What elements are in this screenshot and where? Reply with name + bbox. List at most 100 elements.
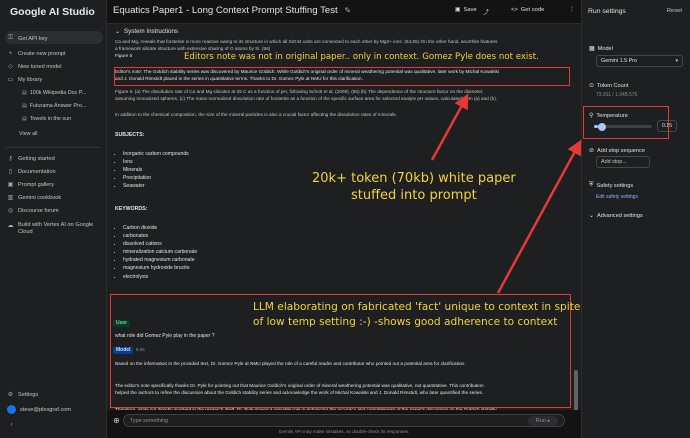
run-button[interactable]: Run ▸ (528, 416, 558, 426)
stop-icon: ⊘ (589, 148, 595, 154)
prompt-input[interactable]: Type something Run ▸ (123, 414, 565, 427)
stop-sequence-label: ⊘ Add stop sequence (589, 147, 645, 155)
stop-sequence-placeholder: Add stop... (601, 159, 627, 165)
dropdown-arrow-icon: ▾ (675, 58, 678, 64)
library-item-3[interactable]: ▤ Towels in the sun (22, 116, 71, 122)
chat-icon: ▤ (22, 116, 27, 122)
stop-sequence-input[interactable]: Add stop... (596, 156, 650, 168)
list-item: Inorganic carbon compounds (123, 150, 189, 158)
new-tuned-model-item[interactable]: ◇ New tuned model (7, 63, 62, 71)
list-item: carbonates (123, 232, 197, 240)
sidebar-item-label: Build with Vertex AI on Google Cloud (18, 222, 94, 235)
list-item: Seawater (123, 182, 189, 190)
figure-caption: Figure 6. (a) The dissolution rate of Ca… (115, 89, 575, 102)
system-text-bottom: In addition to the chemical composition,… (115, 112, 397, 117)
create-prompt-label: Create new prompt (18, 50, 66, 57)
stop-sequence-label-text: Add stop sequence (597, 147, 645, 154)
chevron-left-icon: ‹ (10, 421, 13, 428)
user-email: steve@plexgraf.com (20, 406, 72, 413)
get-api-key-item[interactable]: ⚿ Get API key (7, 35, 48, 42)
prompt-title: Equatics Paper1 - Long Context Prompt St… (113, 5, 338, 16)
advanced-settings-toggle[interactable]: ⌄ Advanced settings (589, 212, 643, 220)
share-icon: ⤴ (483, 10, 489, 16)
book-icon: ▥ (7, 195, 14, 201)
view-all-link[interactable]: View all (19, 131, 37, 137)
my-library-item[interactable]: ▭ My library (7, 76, 43, 84)
cloud-icon: ☁ (7, 223, 14, 229)
key-icon: ⚷ (8, 156, 13, 162)
sidebar-item-getting-started[interactable]: ⚷ Getting started (7, 155, 54, 163)
list-item: electrolysis (123, 273, 197, 281)
chat-icon: ▤ (22, 90, 27, 96)
sidebar-item-gemini-cookbook[interactable]: ▥ Gemini cookbook (7, 194, 62, 202)
header-bar: Equatics Paper1 - Long Context Prompt St… (107, 0, 581, 24)
chat-icon: ▤ (22, 103, 27, 109)
page-title[interactable]: Equatics Paper1 - Long Context Prompt St… (113, 5, 351, 16)
chevron-down-icon: ⌄ (115, 29, 121, 35)
share-button[interactable]: ⤴ (483, 7, 489, 16)
edit-icon[interactable]: ✎ (344, 6, 351, 15)
get-code-button[interactable]: <> Get code (511, 7, 544, 13)
list-item: Precipitation (123, 174, 189, 182)
system-instructions-header[interactable]: ⌄ System Instructions (115, 28, 178, 35)
reset-button[interactable]: Reset (667, 8, 682, 14)
app-logo[interactable]: Google AI Studio (10, 6, 95, 18)
key-icon: ⚿ (8, 35, 13, 41)
forum-icon: ◎ (7, 208, 14, 214)
model-select-value: Gemini 1.5 Pro (601, 58, 637, 64)
shield-icon: ⛨ (589, 182, 594, 188)
sidebar-item-label: Gemini cookbook (18, 194, 62, 201)
library-item-label: Towels in the sun (29, 116, 72, 122)
save-label: Save (463, 7, 477, 13)
run-settings-panel: Run settings Reset ▦ Model Gemini 1.5 Pr… (581, 0, 690, 438)
temperature-highlight-box (583, 106, 669, 139)
save-button[interactable]: ▣ Save (455, 7, 477, 13)
model-select[interactable]: Gemini 1.5 Pro ▾ (596, 55, 683, 67)
token-icon: ⊙ (589, 83, 595, 89)
chevron-down-icon: ⌄ (589, 213, 595, 219)
editor-note-highlight-box (114, 67, 570, 86)
figure-caption-line: Figure 6. (a) The dissolution rate of Ca… (115, 89, 484, 94)
prompt-bar: ⊕ Type something Run ▸ Gemini API may ma… (107, 410, 581, 438)
create-prompt-item[interactable]: + Create new prompt (7, 50, 66, 57)
sidebar-item-settings[interactable]: ⚙ Settings (7, 391, 38, 399)
new-tuned-model-label: New tuned model (18, 63, 62, 70)
ai-studio-app: Google AI Studio ⚿ Get API key + Create … (0, 0, 690, 438)
my-library-label: My library (18, 76, 43, 83)
model-icon: ▦ (589, 46, 595, 52)
system-text-line: Ca and Mg, reveals that forsterite is mo… (115, 39, 498, 44)
system-text-top: Ca and Mg, reveals that forsterite is mo… (115, 39, 575, 52)
list-item: mineralization calcium carbonate (123, 248, 197, 256)
library-item-2[interactable]: ▤ Futurama Answer Pro... (22, 103, 86, 109)
sidebar-item-discourse-forum[interactable]: ◎ Discourse forum (7, 207, 59, 215)
annotation-llm-elaborating: LLM elaborating on fabricated 'fact' uni… (253, 300, 580, 330)
get-api-key-label: Get API key (18, 35, 48, 42)
sidebar-item-prompt-gallery[interactable]: ▣ Prompt gallery (7, 181, 55, 189)
edit-safety-settings-link[interactable]: Edit safety settings (596, 194, 638, 200)
more-options-button[interactable]: ⋮ (569, 7, 575, 13)
list-item: Carbon dioxide (123, 224, 197, 232)
run-settings-title: Run settings (588, 8, 626, 15)
safety-settings-label: ⛨ Safety settings (589, 182, 633, 189)
list-item: dissolved cations (123, 240, 197, 248)
add-attachment-icon[interactable]: ⊕ (113, 416, 120, 425)
library-item-1[interactable]: ▤ 100k Wikipedia Doc P... (22, 90, 86, 96)
token-count-label: ⊙ Token Count (589, 82, 628, 90)
advanced-settings-label: Advanced settings (597, 212, 643, 219)
run-label: Run (535, 418, 546, 424)
prompt-placeholder: Type something (130, 418, 169, 424)
system-instructions-label: System Instructions (124, 28, 179, 35)
sidebar-item-label: Discourse forum (18, 207, 59, 214)
collapse-sidebar-button[interactable]: ‹ (8, 421, 15, 428)
avatar (7, 405, 16, 414)
code-icon: <> (511, 7, 518, 13)
sidebar-item-label: Prompt gallery (18, 181, 55, 188)
model-label: ▦ Model (589, 45, 613, 53)
sidebar-item-vertex-ai[interactable]: ☁ Build with Vertex AI on Google Cloud (7, 222, 98, 236)
user-account[interactable]: steve@plexgraf.com (7, 405, 71, 414)
tune-icon: ◇ (8, 64, 13, 70)
sidebar-item-documentation[interactable]: ▯ Documentation (7, 168, 56, 176)
disclaimer-text: Gemini API may make mistakes, so double-… (278, 429, 410, 434)
list-item: Ions (123, 158, 189, 166)
list-item: hydrated magnesium carbonate (123, 256, 197, 264)
